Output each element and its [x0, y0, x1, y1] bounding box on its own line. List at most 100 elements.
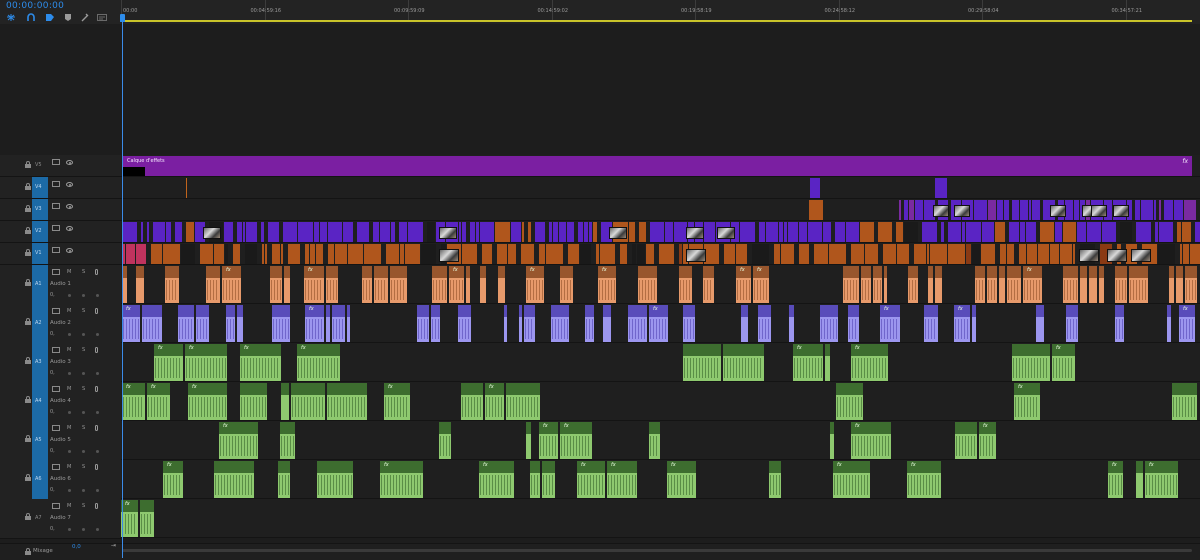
video-clip[interactable] — [200, 244, 213, 264]
video-clip[interactable] — [151, 244, 162, 264]
audio-clip[interactable] — [638, 266, 657, 303]
video-clip[interactable] — [153, 222, 165, 242]
audio-clip[interactable] — [1115, 266, 1127, 303]
timeline-empty-area[interactable] — [121, 24, 1200, 155]
video-clip[interactable] — [400, 244, 404, 264]
video-clip[interactable] — [328, 244, 334, 264]
audio-clip[interactable] — [431, 305, 440, 342]
video-clip[interactable] — [1055, 222, 1062, 242]
keyframe-nav-icon[interactable] — [96, 411, 99, 414]
video-clip[interactable] — [427, 222, 435, 242]
audio-clip[interactable]: fx — [560, 422, 592, 459]
video-clip[interactable] — [261, 222, 264, 242]
video-clip[interactable] — [1073, 244, 1075, 264]
audio-clip[interactable] — [317, 461, 353, 498]
go-to-end-icon[interactable]: ⇥ — [111, 542, 116, 549]
video-clip[interactable] — [665, 222, 673, 242]
keyframe-nav-icon[interactable] — [82, 450, 85, 453]
audio-clip[interactable]: fx — [147, 383, 170, 420]
audio-lane-a5[interactable]: fx fx fx fx fx — [121, 421, 1200, 460]
video-clip[interactable] — [123, 244, 125, 264]
video-clip[interactable] — [1182, 222, 1191, 242]
solo-button[interactable]: S — [82, 347, 85, 353]
track-volume[interactable]: 0, — [50, 370, 55, 376]
video-clip[interactable] — [539, 244, 545, 264]
video-clip[interactable] — [386, 244, 399, 264]
video-clip[interactable] — [482, 244, 492, 264]
video-clip[interactable] — [521, 244, 534, 264]
video-clip[interactable] — [904, 222, 918, 242]
sync-lock-icon[interactable] — [52, 386, 60, 392]
audio-clip[interactable] — [560, 266, 573, 303]
video-clip[interactable] — [995, 222, 1005, 242]
video-clip[interactable] — [553, 222, 558, 242]
audio-clip[interactable] — [955, 422, 977, 459]
video-clip[interactable] — [1060, 244, 1072, 264]
video-clip[interactable] — [1177, 222, 1181, 242]
video-clip[interactable] — [1190, 244, 1200, 264]
lock-icon[interactable] — [25, 435, 31, 444]
audio-clip[interactable]: fx — [979, 422, 996, 459]
audio-clip[interactable]: fx — [880, 305, 900, 342]
audio-clip[interactable] — [1063, 266, 1078, 303]
audio-clip[interactable]: fx — [304, 266, 324, 303]
video-clip[interactable] — [163, 244, 180, 264]
eye-icon[interactable] — [66, 182, 73, 187]
video-clip[interactable] — [966, 244, 971, 264]
audio-clip[interactable] — [458, 305, 471, 342]
video-clip[interactable] — [147, 222, 149, 242]
video-clip[interactable] — [589, 222, 592, 242]
video-clip[interactable] — [265, 244, 267, 264]
video-clip[interactable] — [759, 222, 765, 242]
audio-clip[interactable]: fx — [577, 461, 605, 498]
lock-icon[interactable] — [25, 227, 31, 236]
video-clip[interactable] — [246, 222, 257, 242]
video-clip[interactable] — [966, 222, 981, 242]
solo-button[interactable]: S — [82, 503, 85, 509]
video-clip[interactable] — [1038, 244, 1049, 264]
track-volume[interactable]: 0, — [50, 292, 55, 298]
sync-lock-icon[interactable] — [52, 269, 60, 275]
audio-clip[interactable] — [281, 383, 289, 420]
video-clip[interactable] — [774, 244, 780, 264]
video-clip[interactable] — [310, 244, 315, 264]
voiceover-record-icon[interactable] — [95, 347, 98, 353]
keyframe-nav-icon[interactable] — [82, 333, 85, 336]
track-volume[interactable]: 0, — [50, 448, 55, 454]
audio-clip[interactable] — [506, 383, 540, 420]
video-clip[interactable] — [927, 244, 929, 264]
audio-clip[interactable] — [278, 461, 290, 498]
audio-clip[interactable]: fx — [154, 344, 183, 381]
audio-clip[interactable]: fx — [539, 422, 558, 459]
sync-lock-icon[interactable] — [52, 347, 60, 353]
video-clip[interactable] — [860, 222, 874, 242]
video-clip[interactable] — [679, 244, 682, 264]
audio-clip[interactable] — [1176, 266, 1183, 303]
video-clip[interactable] — [851, 244, 864, 264]
video-clip[interactable] — [567, 222, 574, 242]
video-clip[interactable] — [629, 222, 635, 242]
audio-clip[interactable]: fx — [736, 266, 751, 303]
audio-clip[interactable]: fx — [380, 461, 423, 498]
audio-clip[interactable] — [585, 305, 594, 342]
keyframe-nav-icon[interactable] — [96, 450, 99, 453]
video-lane-v4[interactable] — [121, 177, 1200, 199]
video-clip[interactable] — [935, 178, 947, 198]
audio-clip[interactable] — [240, 383, 267, 420]
video-clip[interactable] — [298, 222, 313, 242]
video-clip[interactable] — [941, 222, 944, 242]
video-clip[interactable] — [335, 244, 347, 264]
mute-button[interactable]: M — [67, 269, 71, 275]
audio-clip[interactable] — [679, 266, 692, 303]
video-clip[interactable] — [568, 244, 579, 264]
sync-lock-icon[interactable] — [52, 247, 60, 253]
audio-lane-a6[interactable]: fx fx fx fx fx fx fx fx fx fx — [121, 460, 1200, 499]
video-lane-v5[interactable]: Calque d'effets fx — [121, 155, 1200, 177]
voiceover-record-icon[interactable] — [95, 503, 98, 509]
video-clip[interactable] — [281, 244, 283, 264]
audio-clip[interactable] — [928, 266, 933, 303]
linked-selection-icon[interactable] — [45, 13, 55, 22]
track-volume[interactable]: 0, — [50, 526, 55, 532]
video-clip[interactable] — [373, 222, 379, 242]
audio-clip[interactable]: fx — [479, 461, 514, 498]
